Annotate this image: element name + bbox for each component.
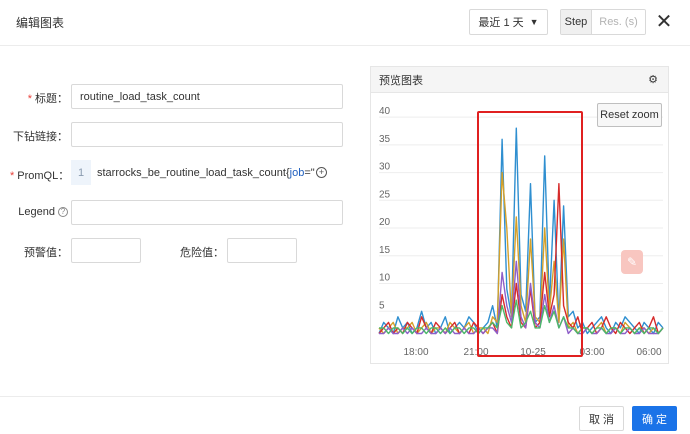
x-tick-label: 10-25	[520, 347, 546, 358]
line-chart[interactable]: 5 10 15 20 25 30 35 40 18:00 21:00 10-25 03:00 06:00	[371, 94, 668, 364]
dialog-title: 编辑图表	[16, 16, 65, 30]
danger-input[interactable]	[227, 238, 297, 263]
confirm-button[interactable]: 确 定	[632, 406, 677, 431]
preview-header: 预览图表 ⚙	[371, 67, 668, 93]
time-range-dropdown[interactable]: 最近 1 天 ▼	[469, 9, 548, 35]
preview-title: 预览图表	[379, 74, 423, 87]
warning-input[interactable]	[71, 238, 141, 263]
y-tick-label: 15	[379, 245, 391, 256]
step-resolution-group: Step Res. (s)	[560, 9, 646, 35]
line-number: 1	[71, 160, 91, 185]
y-tick-label: 10	[379, 273, 391, 284]
drilldown-input[interactable]	[71, 122, 343, 147]
caret-down-icon: ▼	[529, 17, 539, 27]
danger-label: 危险值：	[180, 247, 224, 259]
legend-label: Legend?	[10, 206, 68, 218]
reset-zoom-button[interactable]: Reset zoom	[597, 103, 662, 127]
y-tick-label: 5	[379, 300, 385, 311]
promql-code: starrocks_be_routine_load_task_count{job…	[97, 166, 315, 179]
time-range-label: 最近 1 天	[478, 17, 524, 29]
required-mark: *	[27, 93, 32, 105]
gear-icon[interactable]: ⚙	[648, 73, 658, 86]
promql-label: * PromQL：	[10, 170, 70, 182]
step-button[interactable]: Step	[561, 10, 592, 34]
title-label: * 标题：	[27, 93, 68, 105]
header-divider	[0, 45, 690, 46]
warning-label: 预警值：	[24, 247, 68, 259]
y-tick-label: 35	[379, 134, 391, 145]
y-tick-label: 30	[379, 162, 391, 173]
close-icon[interactable]: ✕	[654, 10, 674, 34]
footer-divider	[0, 396, 690, 397]
dialog-header: 编辑图表 最近 1 天 ▼ Step Res. (s) ✕	[0, 0, 690, 44]
cancel-button[interactable]: 取 消	[579, 406, 624, 431]
drilldown-label: 下钻链接：	[13, 131, 68, 143]
resolution-input[interactable]: Res. (s)	[592, 10, 645, 34]
y-tick-label: 40	[379, 106, 391, 117]
pencil-icon[interactable]: ✎	[621, 250, 643, 274]
x-tick-label: 06:00	[636, 347, 661, 358]
plus-circle-icon[interactable]: +	[316, 167, 327, 178]
y-tick-label: 20	[379, 217, 391, 228]
required-mark: *	[10, 170, 15, 182]
promql-editor[interactable]: 1 starrocks_be_routine_load_task_count{j…	[71, 160, 343, 185]
x-tick-label: 21:00	[463, 347, 488, 358]
title-input[interactable]: routine_load_task_count	[71, 84, 343, 109]
chart-preview-panel: 预览图表 ⚙ 5 10 15 20 25 30 35 40 18:00 21:00 10-25 03:…	[370, 66, 669, 364]
legend-input[interactable]	[71, 200, 343, 225]
x-tick-label: 18:00	[403, 347, 428, 358]
question-circle-icon[interactable]: ?	[58, 207, 68, 218]
x-tick-label: 03:00	[579, 347, 604, 358]
y-tick-label: 25	[379, 189, 391, 200]
